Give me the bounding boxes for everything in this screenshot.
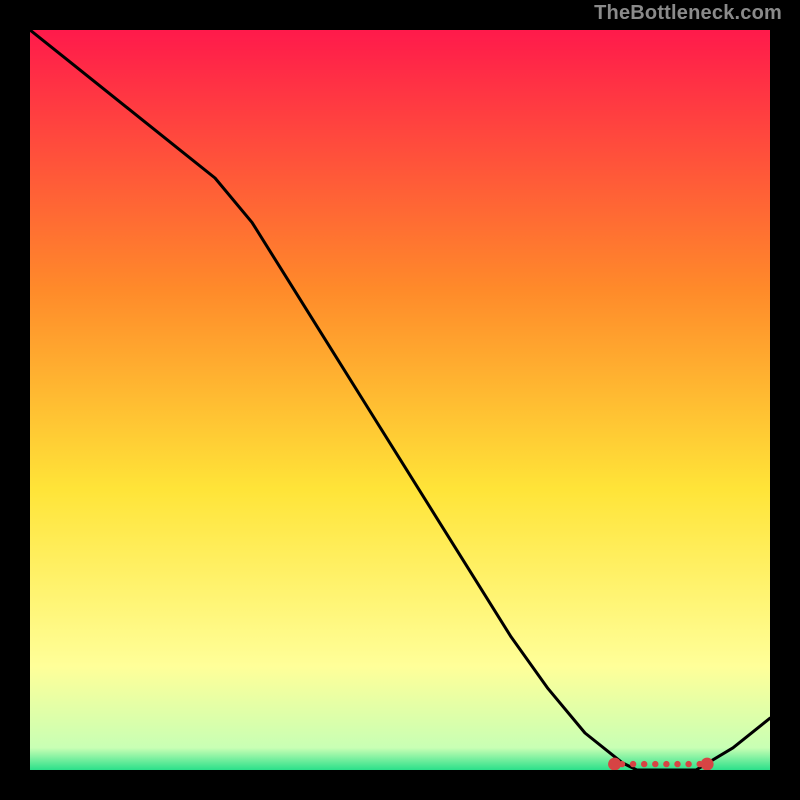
plot-area bbox=[30, 30, 770, 770]
marker-optimal-range-endpoint-left bbox=[608, 758, 621, 770]
marker-optimal-range-points bbox=[641, 761, 647, 767]
chart-frame: TheBottleneck.com bbox=[0, 0, 800, 800]
marker-optimal-range-points bbox=[663, 761, 669, 767]
marker-optimal-range-endpoint-right bbox=[701, 758, 714, 770]
gradient-background bbox=[30, 30, 770, 770]
marker-optimal-range-points bbox=[674, 761, 680, 767]
marker-optimal-range-points bbox=[630, 761, 636, 767]
chart-svg bbox=[30, 30, 770, 770]
marker-optimal-range-points bbox=[652, 761, 658, 767]
watermark-text: TheBottleneck.com bbox=[594, 2, 782, 25]
marker-optimal-range-points bbox=[685, 761, 691, 767]
